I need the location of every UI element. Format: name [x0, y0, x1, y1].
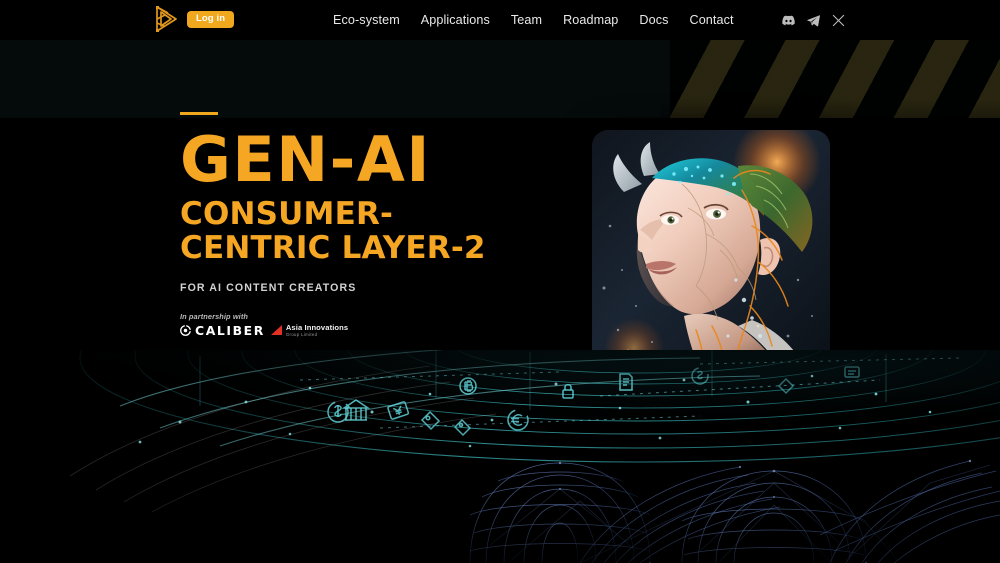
- aig-name: Asia Innovations: [285, 322, 349, 332]
- aig-subtitle: Group Limited: [285, 331, 318, 337]
- nav-item-eco-system[interactable]: Eco-system: [333, 13, 400, 27]
- partner-logos-row: CALIBER Asia Innovations Group Limited: [180, 322, 600, 338]
- hero-title-sub: CONSUMER- CENTRIC LAYER-2: [180, 195, 600, 267]
- blue-wireframe-dome-mesh: [430, 405, 1000, 563]
- hero-title-sub-line1: CONSUMER-: [180, 195, 394, 232]
- accent-rule: [180, 112, 218, 115]
- caliber-logo: CALIBER: [180, 322, 265, 338]
- nav-item-roadmap[interactable]: Roadmap: [563, 13, 618, 27]
- penrose-triangle-logo-icon[interactable]: [152, 4, 180, 34]
- hero-portrait-image: [592, 130, 830, 350]
- partner-lockup: In partnership with CALIBER Asia Innovat…: [180, 312, 600, 337]
- caliber-wordmark: CALIBER: [195, 322, 265, 338]
- background-visual-section: [0, 350, 1000, 563]
- x-twitter-icon[interactable]: [832, 14, 845, 27]
- hero-copy: GEN-AI CONSUMER- CENTRIC LAYER-2 FOR AI …: [180, 112, 600, 337]
- asia-innovations-logo: Asia Innovations Group Limited: [270, 322, 349, 337]
- hero-title-sub-line2: CENTRIC LAYER-2: [180, 230, 486, 267]
- social-links: [782, 0, 845, 40]
- site-header: Log in Eco-system Applications Team Road…: [0, 0, 1000, 40]
- main-navigation: Eco-system Applications Team Roadmap Doc…: [333, 0, 734, 40]
- aig-text-group: Asia Innovations Group Limited: [285, 322, 349, 337]
- hero-tagline: FOR AI CONTENT CREATORS: [180, 281, 357, 294]
- hero-title-main: GEN-AI: [180, 122, 431, 196]
- aig-triangle-icon: [270, 325, 283, 336]
- landing-page: Log in Eco-system Applications Team Road…: [0, 0, 1000, 563]
- hero-section: GEN-AI CONSUMER- CENTRIC LAYER-2 FOR AI …: [0, 40, 1000, 350]
- discord-icon[interactable]: [782, 14, 795, 27]
- caliber-target-icon: [180, 325, 191, 337]
- nav-item-applications[interactable]: Applications: [421, 13, 490, 27]
- login-button[interactable]: Log in: [187, 10, 235, 28]
- nav-item-team[interactable]: Team: [511, 13, 542, 27]
- partner-kicker: In partnership with: [180, 311, 249, 321]
- nav-item-docs[interactable]: Docs: [639, 13, 668, 27]
- brand-group: Log in: [152, 4, 235, 34]
- telegram-icon[interactable]: [807, 14, 820, 27]
- nav-item-contact[interactable]: Contact: [690, 13, 734, 27]
